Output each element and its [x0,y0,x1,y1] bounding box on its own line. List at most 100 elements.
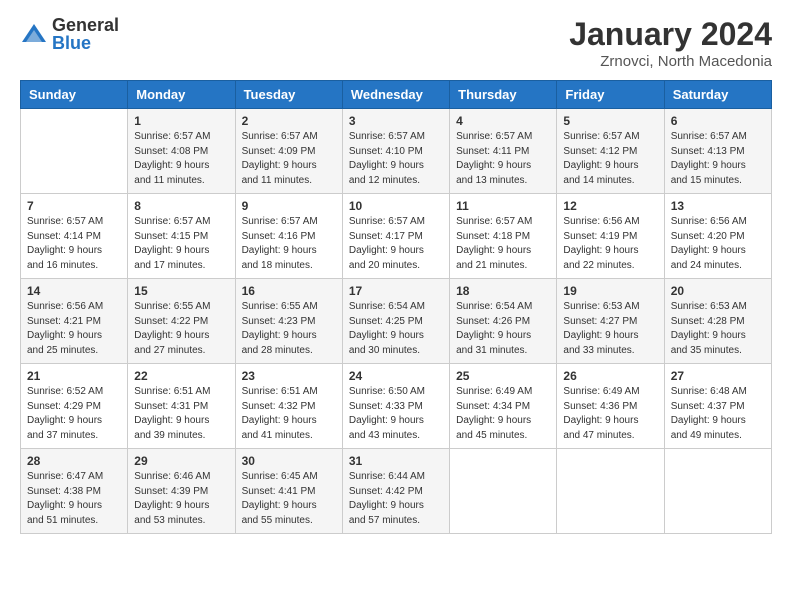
day-number: 11 [456,199,550,213]
day-info: Sunrise: 6:49 AM Sunset: 4:34 PM Dayligh… [456,385,550,443]
day-info: Sunrise: 6:54 AM Sunset: 4:25 PM Dayligh… [349,300,443,358]
day-info: Sunrise: 6:48 AM Sunset: 4:37 PM Dayligh… [671,385,765,443]
day-number: 26 [563,369,657,383]
col-thursday: Thursday [450,81,557,109]
day-info: Sunrise: 6:51 AM Sunset: 4:32 PM Dayligh… [242,385,336,443]
day-info: Sunrise: 6:56 AM Sunset: 4:19 PM Dayligh… [563,215,657,273]
day-cell [557,449,664,534]
day-cell: 27 Sunrise: 6:48 AM Sunset: 4:37 PM Dayli… [664,364,771,449]
day-info: Sunrise: 6:54 AM Sunset: 4:26 PM Dayligh… [456,300,550,358]
day-info: Sunrise: 6:57 AM Sunset: 4:16 PM Dayligh… [242,215,336,273]
day-number: 5 [563,114,657,128]
day-cell: 16 Sunrise: 6:55 AM Sunset: 4:23 PM Dayli… [235,279,342,364]
day-info: Sunrise: 6:56 AM Sunset: 4:20 PM Dayligh… [671,215,765,273]
day-number: 14 [27,284,121,298]
header: General Blue January 2024 Zrnovci, North… [20,16,772,70]
week-row-1: 7Sunrise: 6:57 AM Sunset: 4:14 PM Daylig… [21,194,772,279]
day-number: 27 [671,369,765,383]
day-info: Sunrise: 6:57 AM Sunset: 4:15 PM Dayligh… [134,215,228,273]
day-info: Sunrise: 6:57 AM Sunset: 4:10 PM Dayligh… [349,130,443,188]
logo: General Blue [20,16,119,52]
day-info: Sunrise: 6:57 AM Sunset: 4:09 PM Dayligh… [242,130,336,188]
day-number: 2 [242,114,336,128]
calendar-title: January 2024 [569,16,772,53]
day-number: 29 [134,454,228,468]
logo-text: General Blue [52,16,119,52]
day-number: 16 [242,284,336,298]
day-info: Sunrise: 6:57 AM Sunset: 4:17 PM Dayligh… [349,215,443,273]
day-info: Sunrise: 6:55 AM Sunset: 4:23 PM Dayligh… [242,300,336,358]
day-cell: 31Sunrise: 6:44 AM Sunset: 4:42 PM Dayli… [342,449,449,534]
day-cell: 7Sunrise: 6:57 AM Sunset: 4:14 PM Daylig… [21,194,128,279]
day-cell: 13 Sunrise: 6:56 AM Sunset: 4:20 PM Dayli… [664,194,771,279]
day-number: 12 [563,199,657,213]
day-cell [21,109,128,194]
calendar-subtitle: Zrnovci, North Macedonia [569,53,772,70]
day-info: Sunrise: 6:57 AM Sunset: 4:12 PM Dayligh… [563,130,657,188]
day-cell: 14 Sunrise: 6:56 AM Sunset: 4:21 PM Dayli… [21,279,128,364]
day-cell: 12 Sunrise: 6:56 AM Sunset: 4:19 PM Dayli… [557,194,664,279]
week-row-3: 21Sunrise: 6:52 AM Sunset: 4:29 PM Dayli… [21,364,772,449]
day-cell: 3Sunrise: 6:57 AM Sunset: 4:10 PM Daylig… [342,109,449,194]
week-row-4: 28 Sunrise: 6:47 AM Sunset: 4:38 PM Dayli… [21,449,772,534]
day-info: Sunrise: 6:52 AM Sunset: 4:29 PM Dayligh… [27,385,121,443]
day-info: Sunrise: 6:57 AM Sunset: 4:11 PM Dayligh… [456,130,550,188]
day-cell: 5 Sunrise: 6:57 AM Sunset: 4:12 PM Daylig… [557,109,664,194]
day-cell: 15Sunrise: 6:55 AM Sunset: 4:22 PM Dayli… [128,279,235,364]
day-info: Sunrise: 6:45 AM Sunset: 4:41 PM Dayligh… [242,470,336,528]
page: General Blue January 2024 Zrnovci, North… [0,0,792,612]
day-info: Sunrise: 6:57 AM Sunset: 4:18 PM Dayligh… [456,215,550,273]
day-cell: 28 Sunrise: 6:47 AM Sunset: 4:38 PM Dayli… [21,449,128,534]
day-number: 28 [27,454,121,468]
day-info: Sunrise: 6:50 AM Sunset: 4:33 PM Dayligh… [349,385,443,443]
day-cell: 1Sunrise: 6:57 AM Sunset: 4:08 PM Daylig… [128,109,235,194]
day-cell: 30 Sunrise: 6:45 AM Sunset: 4:41 PM Dayli… [235,449,342,534]
day-number: 17 [349,284,443,298]
day-info: Sunrise: 6:57 AM Sunset: 4:08 PM Dayligh… [134,130,228,188]
logo-icon [20,20,48,48]
day-info: Sunrise: 6:44 AM Sunset: 4:42 PM Dayligh… [349,470,443,528]
day-info: Sunrise: 6:56 AM Sunset: 4:21 PM Dayligh… [27,300,121,358]
day-number: 22 [134,369,228,383]
header-row: Sunday Monday Tuesday Wednesday Thursday… [21,81,772,109]
day-info: Sunrise: 6:51 AM Sunset: 4:31 PM Dayligh… [134,385,228,443]
day-cell: 21Sunrise: 6:52 AM Sunset: 4:29 PM Dayli… [21,364,128,449]
logo-blue: Blue [52,34,119,52]
day-cell: 25 Sunrise: 6:49 AM Sunset: 4:34 PM Dayli… [450,364,557,449]
day-cell: 24 Sunrise: 6:50 AM Sunset: 4:33 PM Dayli… [342,364,449,449]
col-saturday: Saturday [664,81,771,109]
day-cell [664,449,771,534]
title-block: January 2024 Zrnovci, North Macedonia [569,16,772,70]
day-number: 9 [242,199,336,213]
col-friday: Friday [557,81,664,109]
col-tuesday: Tuesday [235,81,342,109]
col-sunday: Sunday [21,81,128,109]
week-row-0: 1Sunrise: 6:57 AM Sunset: 4:08 PM Daylig… [21,109,772,194]
day-number: 18 [456,284,550,298]
col-wednesday: Wednesday [342,81,449,109]
day-number: 25 [456,369,550,383]
day-cell: 4Sunrise: 6:57 AM Sunset: 4:11 PM Daylig… [450,109,557,194]
week-row-2: 14 Sunrise: 6:56 AM Sunset: 4:21 PM Dayli… [21,279,772,364]
day-cell: 11 Sunrise: 6:57 AM Sunset: 4:18 PM Dayli… [450,194,557,279]
day-number: 20 [671,284,765,298]
day-number: 19 [563,284,657,298]
logo-general: General [52,16,119,34]
day-number: 13 [671,199,765,213]
day-number: 30 [242,454,336,468]
day-number: 6 [671,114,765,128]
day-number: 10 [349,199,443,213]
day-cell: 9 Sunrise: 6:57 AM Sunset: 4:16 PM Daylig… [235,194,342,279]
day-number: 24 [349,369,443,383]
day-info: Sunrise: 6:46 AM Sunset: 4:39 PM Dayligh… [134,470,228,528]
day-cell: 26Sunrise: 6:49 AM Sunset: 4:36 PM Dayli… [557,364,664,449]
calendar-table: Sunday Monday Tuesday Wednesday Thursday… [20,80,772,534]
day-cell: 23Sunrise: 6:51 AM Sunset: 4:32 PM Dayli… [235,364,342,449]
day-cell: 17 Sunrise: 6:54 AM Sunset: 4:25 PM Dayli… [342,279,449,364]
day-info: Sunrise: 6:53 AM Sunset: 4:28 PM Dayligh… [671,300,765,358]
day-info: Sunrise: 6:47 AM Sunset: 4:38 PM Dayligh… [27,470,121,528]
day-number: 7 [27,199,121,213]
day-cell: 29 Sunrise: 6:46 AM Sunset: 4:39 PM Dayli… [128,449,235,534]
day-cell: 18 Sunrise: 6:54 AM Sunset: 4:26 PM Dayli… [450,279,557,364]
day-cell: 19Sunrise: 6:53 AM Sunset: 4:27 PM Dayli… [557,279,664,364]
